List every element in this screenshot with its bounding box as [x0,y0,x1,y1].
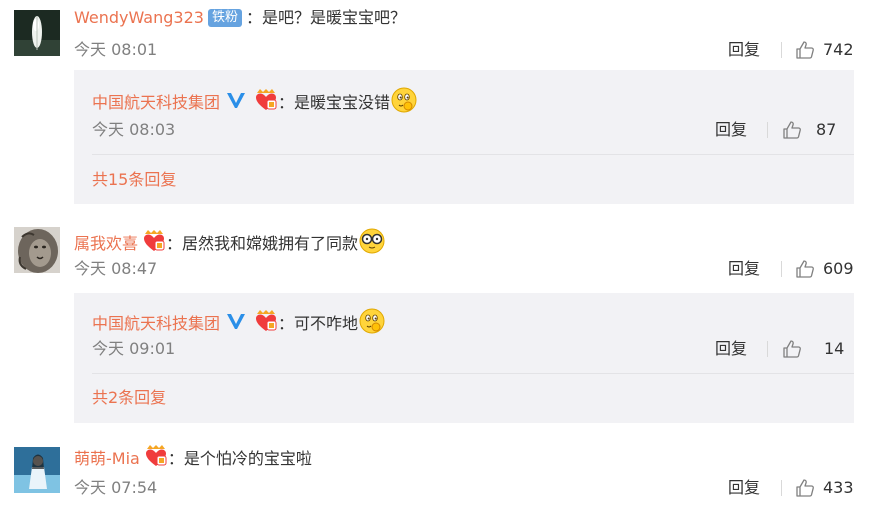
divider [92,154,854,155]
comment-header: 萌萌-Mia ： 是个怕冷的宝宝啦 [74,445,312,472]
reply-text: 是暖宝宝没错 [294,92,391,112]
reply-header: 中国航天科技集团 ： 是暖宝宝没错 [92,86,418,119]
like-button[interactable]: 609 [795,259,854,279]
thinking-emoji-icon [358,307,386,340]
username[interactable]: 属我欢喜 [74,234,138,254]
like-count: 14 [824,339,845,358]
girl-avatar-icon [14,447,60,493]
avatar[interactable] [14,10,60,56]
like-count: 609 [823,259,854,278]
reply-button[interactable]: 回复 [728,478,760,498]
reply-time: 今天 09:01 [92,339,176,358]
divider [767,122,768,138]
avatar[interactable] [14,227,60,273]
feather-avatar-icon [14,10,60,56]
reply-button[interactable]: 回复 [715,339,747,359]
like-count: 433 [823,478,854,497]
vip-heart-icon [144,445,168,472]
like-count: 742 [823,40,854,59]
reply-header: 中国航天科技集团 ： 可不咋地 [92,307,386,340]
separator: ： [166,233,183,253]
like-button[interactable]: 87 [782,120,836,140]
reply-button[interactable]: 回复 [728,40,760,60]
separator: ： [167,448,184,468]
glasses-emoji-icon [358,227,386,260]
comment-item: 萌萌-Mia ： 是个怕冷的宝宝啦 今天 07:54 回复 433 [0,435,878,511]
comment-header: 属我欢喜 ： 居然我和嫦娥拥有了同款 [74,227,386,260]
divider [781,42,782,58]
comment-time: 今天 08:01 [74,40,158,59]
vip-heart-icon [254,310,278,337]
thumbs-up-icon [796,41,814,59]
avatar[interactable] [14,447,60,493]
comment-item: 属我欢喜 ： 居然我和嫦娥拥有了同款 今天 08:47 回复 609 中国航天科… [0,215,878,425]
separator: ： [245,8,262,27]
username[interactable]: WendyWang323 [74,8,204,28]
lion-avatar-icon [14,227,60,273]
like-count: 87 [816,120,837,139]
comment-text: 是吧？是暖宝宝吧？ [261,8,406,27]
divider [781,261,782,277]
reply-text: 可不咋地 [294,313,359,333]
reply-username[interactable]: 中国航天科技集团 [92,93,220,113]
reply-button[interactable]: 回复 [715,120,747,140]
vip-heart-icon [254,89,278,116]
comment-text: 是个怕冷的宝宝啦 [183,448,312,468]
reply-box: 中国航天科技集团 ： 可不咋地 今天 09:01 回复 14 共2条回复 [74,293,854,423]
reply-time: 今天 08:03 [92,120,176,139]
view-more-replies-link[interactable]: 共15条回复 [92,170,176,190]
comment-text: 居然我和嫦娥拥有了同款 [182,233,359,253]
thumbs-up-icon [783,121,801,139]
view-more-replies-link[interactable]: 共2条回复 [92,388,166,408]
divider [767,341,768,357]
divider [781,480,782,496]
separator: ： [278,92,295,112]
thumbs-up-icon [796,260,814,278]
comment-header: WendyWang323 铁粉 ： 是吧？是暖宝宝吧？ [74,8,406,28]
comment-time: 今天 08:47 [74,259,158,278]
like-button[interactable]: 14 [782,339,844,359]
like-button[interactable]: 742 [795,40,854,60]
username[interactable]: 萌萌-Mia [74,449,140,469]
vip-heart-icon [142,230,166,257]
thinking-emoji-icon [390,86,418,119]
like-button[interactable]: 433 [795,478,854,498]
comment-time: 今天 07:54 [74,478,158,497]
divider [92,373,854,374]
thumbs-up-icon [783,340,801,358]
reply-username[interactable]: 中国航天科技集团 [92,314,220,334]
comment-item: WendyWang323 铁粉 ： 是吧？是暖宝宝吧？ 今天 08:01 回复 … [0,0,878,205]
thumbs-up-icon [796,479,814,497]
verified-icon [226,91,246,114]
reply-box: 中国航天科技集团 ： 是暖宝宝没错 今天 08:03 回复 87 共15条回复 [74,70,854,204]
separator: ： [278,313,295,333]
iron-fan-badge: 铁粉 [207,9,242,27]
reply-button[interactable]: 回复 [728,259,760,279]
verified-icon [226,312,246,335]
